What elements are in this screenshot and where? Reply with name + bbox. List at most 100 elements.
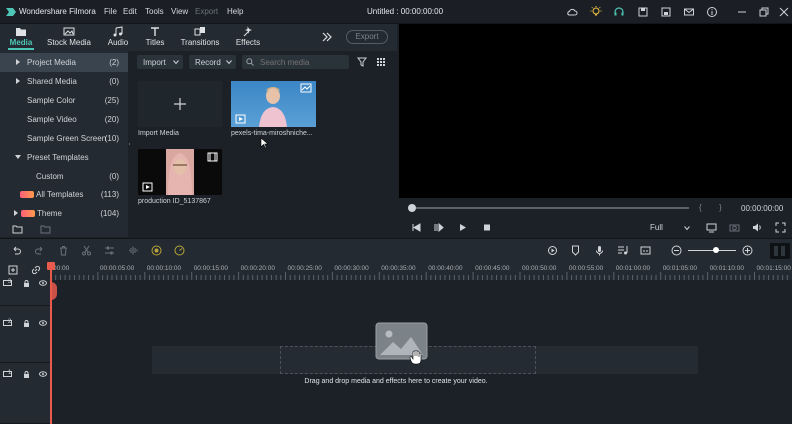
- expand-tabs-icon[interactable]: [322, 32, 332, 42]
- media-item-video[interactable]: pexels-tima-miroshniche...: [231, 81, 316, 141]
- quality-select[interactable]: Full: [646, 221, 692, 234]
- close-icon[interactable]: [778, 6, 790, 18]
- cloud-icon[interactable]: [566, 6, 578, 18]
- video-thumbnail[interactable]: [231, 81, 316, 127]
- menu-help[interactable]: Help: [227, 7, 243, 16]
- expand-arrow-icon[interactable]: [15, 78, 21, 84]
- render-preview-icon[interactable]: [706, 222, 717, 233]
- chevron-down-icon: [226, 59, 232, 65]
- headset-icon[interactable]: [613, 6, 625, 18]
- mail-icon[interactable]: [683, 6, 695, 18]
- save-icon[interactable]: [637, 6, 649, 18]
- lock-icon[interactable]: [23, 320, 30, 327]
- import-media-placeholder[interactable]: [138, 81, 222, 127]
- render-icon[interactable]: [547, 245, 558, 256]
- video-thumbnail[interactable]: [138, 149, 222, 195]
- info-icon[interactable]: [706, 6, 718, 18]
- adjust-icon[interactable]: [104, 245, 115, 256]
- delete-icon[interactable]: [58, 245, 69, 256]
- expand-arrow-icon[interactable]: [15, 59, 21, 65]
- track-number: 2: [8, 319, 12, 325]
- menu-file[interactable]: File: [104, 7, 117, 16]
- ruler-time-label: 00:00:45:00: [475, 265, 510, 272]
- app-name: Wondershare Filmora: [19, 7, 96, 16]
- eye-icon[interactable]: [39, 320, 47, 326]
- sidebar-item-project-media[interactable]: Project Media (2): [0, 53, 128, 72]
- mark-in-icon[interactable]: {: [699, 203, 702, 212]
- sidebar-item-shared-media[interactable]: Shared Media (0): [0, 72, 128, 91]
- zoom-in-icon[interactable]: [742, 245, 753, 256]
- zoom-out-icon[interactable]: [671, 245, 682, 256]
- add-track-icon[interactable]: [8, 265, 18, 275]
- volume-icon[interactable]: [752, 222, 763, 233]
- playhead-handle[interactable]: [47, 262, 55, 270]
- previous-frame-icon[interactable]: [411, 223, 421, 232]
- grid-view-icon[interactable]: [376, 57, 386, 67]
- sidebar-item-sample-video[interactable]: Sample Video (20): [0, 110, 128, 129]
- link-icon[interactable]: [31, 265, 41, 275]
- stop-icon[interactable]: [482, 223, 492, 232]
- lock-icon[interactable]: [23, 371, 30, 378]
- menu-tools[interactable]: Tools: [145, 7, 164, 16]
- export-button[interactable]: Export: [346, 30, 388, 44]
- sidebar-item-all-templates[interactable]: All Templates (113): [0, 185, 128, 204]
- chevron-down-icon: [684, 225, 690, 231]
- tab-transitions[interactable]: Transitions: [180, 24, 220, 51]
- speed-icon[interactable]: [174, 245, 185, 256]
- redo-icon[interactable]: [34, 245, 45, 256]
- sidebar-item-sample-green-screen[interactable]: Sample Green Screen (10): [0, 129, 128, 148]
- sidebar-item-count: (2): [109, 58, 119, 67]
- play-icon[interactable]: [458, 223, 468, 232]
- sidebar-item-sample-color[interactable]: Sample Color (25): [0, 91, 128, 110]
- tab-effects[interactable]: Effects: [234, 24, 262, 51]
- preview-progress-track[interactable]: [411, 207, 689, 209]
- play-pause-icon[interactable]: [434, 223, 444, 232]
- menu-view[interactable]: View: [171, 7, 188, 16]
- expand-arrow-icon[interactable]: [13, 210, 19, 216]
- menu-export[interactable]: Export: [195, 7, 218, 16]
- bulb-icon[interactable]: [590, 6, 602, 18]
- sidebar-item-theme[interactable]: Theme (104): [0, 204, 128, 223]
- microphone-icon[interactable]: [594, 245, 605, 256]
- restore-icon[interactable]: [758, 6, 770, 18]
- subtitle-icon[interactable]: [640, 245, 651, 256]
- media-panel: Import Record Import Media: [130, 51, 397, 237]
- tab-media[interactable]: Media: [6, 24, 36, 51]
- sidebar-item-preset-templates[interactable]: Preset Templates: [0, 148, 128, 167]
- import-dropdown[interactable]: Import: [137, 55, 183, 69]
- tab-audio[interactable]: Audio: [104, 24, 132, 51]
- preview-playhead-knob[interactable]: [408, 204, 416, 212]
- mark-out-icon[interactable]: }: [719, 203, 722, 212]
- collapse-arrow-icon[interactable]: [15, 154, 21, 160]
- lock-icon[interactable]: [23, 280, 30, 287]
- audio-waveform-icon[interactable]: [128, 245, 139, 256]
- folder-icon[interactable]: [40, 224, 51, 234]
- filter-icon[interactable]: [357, 57, 367, 67]
- lock-save-icon[interactable]: [660, 6, 672, 18]
- tab-titles[interactable]: Titles: [142, 24, 168, 51]
- sidebar-item-custom[interactable]: Custom (0): [0, 167, 128, 186]
- snapshot-icon[interactable]: [729, 222, 740, 233]
- media-item-video[interactable]: production ID_5137867: [138, 149, 222, 209]
- tab-stock-media[interactable]: Stock Media: [46, 24, 92, 51]
- eye-icon[interactable]: [39, 371, 47, 377]
- cut-icon[interactable]: [81, 245, 92, 256]
- marker-icon[interactable]: [570, 245, 581, 256]
- timeline-panel-toggle-icon[interactable]: [770, 243, 790, 259]
- search-box[interactable]: [242, 55, 349, 69]
- minimize-icon[interactable]: [736, 6, 748, 18]
- zoom-slider-track[interactable]: [688, 250, 736, 251]
- audio-mixer-icon[interactable]: [617, 245, 628, 256]
- import-media-tile[interactable]: Import Media: [138, 81, 222, 141]
- search-input[interactable]: [260, 58, 345, 67]
- new-folder-icon[interactable]: [12, 224, 23, 234]
- eye-icon[interactable]: [39, 280, 47, 286]
- undo-icon[interactable]: [11, 245, 22, 256]
- menu-edit[interactable]: Edit: [123, 7, 137, 16]
- fullscreen-icon[interactable]: [775, 222, 786, 233]
- record-label: Record: [195, 58, 221, 67]
- color-match-icon[interactable]: [151, 245, 162, 256]
- record-dropdown[interactable]: Record: [189, 55, 236, 69]
- timeline-ruler[interactable]: 00:00 00:00:05:00 00:00:10:00 00:00:15:00 00…: [0, 262, 792, 280]
- zoom-slider-knob[interactable]: [713, 247, 719, 253]
